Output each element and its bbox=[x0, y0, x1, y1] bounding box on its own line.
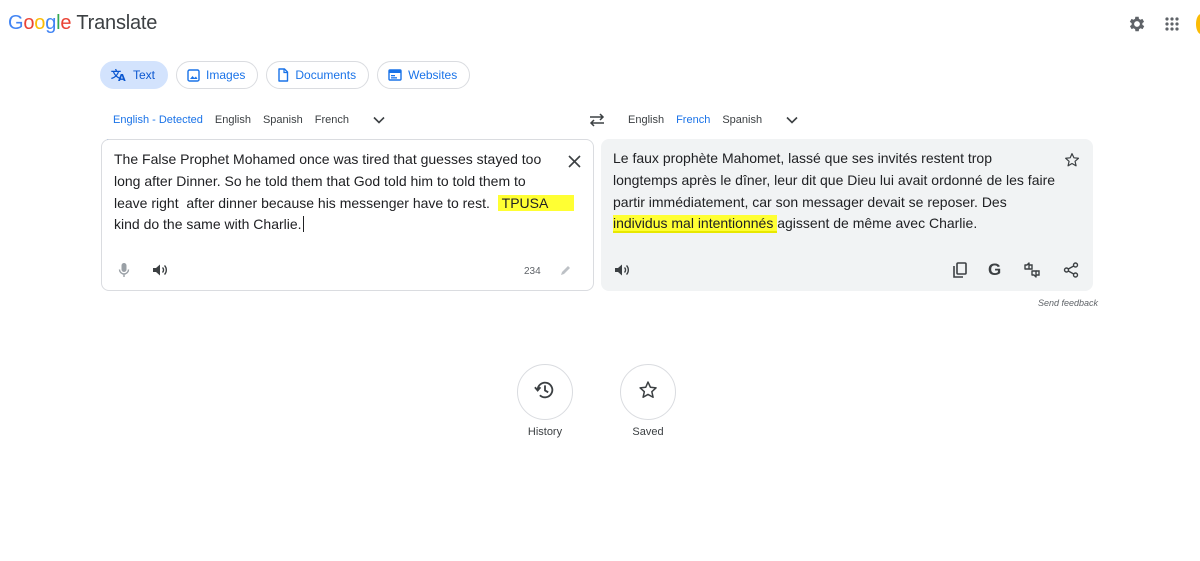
close-icon[interactable] bbox=[563, 150, 585, 172]
source-lang-detected[interactable]: English - Detected bbox=[107, 108, 209, 141]
star-icon bbox=[638, 380, 658, 405]
highlighted-text: individus mal intentionnés bbox=[613, 215, 778, 234]
star-icon[interactable] bbox=[1061, 149, 1083, 171]
website-icon bbox=[388, 69, 402, 81]
image-icon bbox=[187, 68, 200, 82]
speaker-icon[interactable] bbox=[149, 259, 171, 281]
chevron-down-icon[interactable] bbox=[786, 116, 798, 124]
rate-translation-icon[interactable] bbox=[1023, 259, 1045, 281]
target-lang-english[interactable]: English bbox=[622, 108, 670, 132]
translation-line: individus mal intentionnés agissent de m… bbox=[613, 213, 1055, 235]
source-lang-english[interactable]: English bbox=[209, 108, 257, 132]
tab-websites[interactable]: Websites bbox=[377, 61, 471, 89]
tab-label: Websites bbox=[408, 68, 458, 82]
google-translate-logo[interactable]: Google Translate bbox=[8, 12, 157, 35]
logo-suffix: Translate bbox=[76, 12, 158, 34]
saved-section: Saved bbox=[613, 364, 683, 438]
source-language-bar: English - Detected English Spanish Frenc… bbox=[107, 108, 385, 141]
apps-grid-icon[interactable] bbox=[1160, 12, 1184, 36]
translation-panel: Le faux prophète Mahomet, lassé que ses … bbox=[601, 139, 1093, 291]
logo-letter: o bbox=[34, 12, 46, 34]
svg-text:A: A bbox=[118, 73, 126, 82]
tab-label: Text bbox=[133, 68, 156, 82]
translation-line: longtemps après le dîner, leur dit que D… bbox=[613, 171, 1056, 188]
svg-text:G: G bbox=[988, 260, 1001, 278]
tab-documents[interactable]: Documents bbox=[266, 61, 370, 89]
translation-line: Le faux prophète Mahomet, lassé que ses … bbox=[613, 150, 992, 166]
gear-icon[interactable] bbox=[1125, 12, 1149, 36]
chevron-down-icon[interactable] bbox=[373, 116, 385, 124]
send-feedback-link[interactable]: Send feedback bbox=[1038, 298, 1098, 308]
logo-letter: G bbox=[8, 12, 24, 34]
highlighted-text: TPUSA bbox=[497, 194, 575, 211]
source-text-panel[interactable]: The False Prophet Mohamed once was tired… bbox=[101, 139, 594, 291]
target-language-bar: English French Spanish bbox=[622, 108, 798, 141]
source-textarea[interactable]: The False Prophet Mohamed once was tired… bbox=[114, 149, 575, 236]
avatar[interactable] bbox=[1196, 14, 1200, 34]
tab-images[interactable]: Images bbox=[176, 61, 259, 89]
history-label: History bbox=[527, 426, 563, 438]
mode-tabs: 文A Text Images Documents Websites bbox=[100, 61, 471, 89]
translation-text: Le faux prophète Mahomet, lassé que ses … bbox=[613, 148, 1055, 235]
pencil-icon[interactable] bbox=[554, 259, 576, 281]
speaker-icon[interactable] bbox=[611, 259, 633, 281]
source-line-text: kind do the same with Charlie. bbox=[114, 216, 302, 233]
swap-languages-icon[interactable] bbox=[586, 110, 608, 130]
text-cursor bbox=[302, 216, 304, 233]
history-icon bbox=[534, 379, 556, 406]
share-icon[interactable] bbox=[1060, 259, 1082, 281]
tab-label: Documents bbox=[295, 68, 357, 82]
source-line: The False Prophet Mohamed once was tired… bbox=[114, 151, 542, 167]
logo-letter: g bbox=[45, 12, 57, 34]
source-line: long after Dinner. So he told them that … bbox=[114, 172, 526, 189]
tab-label: Images bbox=[206, 68, 246, 82]
translation-line: partir immédiatement, car son messager d… bbox=[613, 193, 1007, 210]
logo-letter: e bbox=[60, 12, 72, 34]
character-count: 234 bbox=[524, 266, 541, 277]
source-line: leave right after dinner because his mes… bbox=[114, 193, 575, 215]
translate-icon: 文A bbox=[111, 68, 127, 82]
history-section: History bbox=[510, 364, 580, 438]
source-line: kind do the same with Charlie. bbox=[114, 214, 574, 236]
saved-button[interactable] bbox=[620, 364, 676, 420]
history-button[interactable] bbox=[517, 364, 573, 420]
google-search-icon[interactable]: G bbox=[985, 258, 1007, 280]
source-lang-french[interactable]: French bbox=[309, 108, 355, 132]
microphone-icon[interactable] bbox=[113, 259, 135, 281]
logo-letter: o bbox=[23, 12, 35, 34]
target-lang-french[interactable]: French bbox=[670, 108, 717, 141]
tab-text[interactable]: 文A Text bbox=[100, 61, 169, 89]
document-icon bbox=[277, 68, 289, 82]
copy-icon[interactable] bbox=[949, 259, 971, 281]
target-lang-spanish[interactable]: Spanish bbox=[716, 108, 768, 132]
saved-label: Saved bbox=[632, 426, 664, 438]
source-line-text: leave right after dinner because his mes… bbox=[114, 194, 498, 211]
translation-line-text: agissent de même avec Charlie. bbox=[777, 215, 978, 232]
source-lang-spanish[interactable]: Spanish bbox=[257, 108, 309, 132]
